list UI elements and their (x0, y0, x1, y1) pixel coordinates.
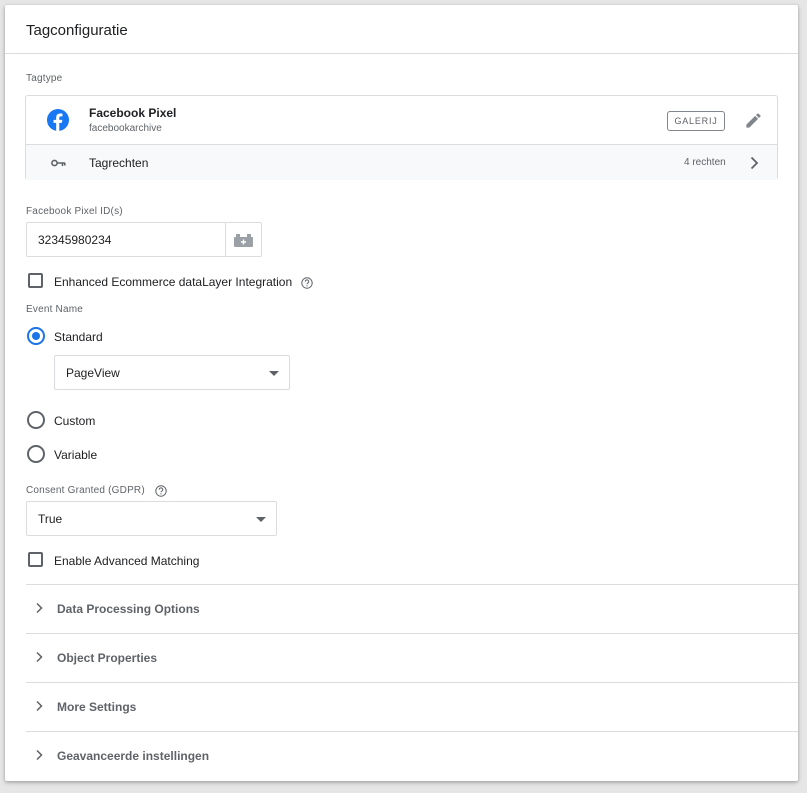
caret-down-icon (256, 517, 266, 522)
tag-configuration-card: Tagconfiguratie Tagtype Facebook Pixel f… (5, 5, 798, 781)
section-label: More Settings (57, 700, 137, 714)
title-divider (5, 53, 798, 54)
facebook-icon (47, 109, 69, 131)
section-more-settings[interactable]: More Settings (26, 682, 798, 731)
chevron-right-icon (750, 156, 759, 170)
tag-rights-label: Tagrechten (89, 156, 149, 170)
ecommerce-checkbox[interactable] (28, 273, 43, 288)
radio-variable-label: Variable (54, 448, 98, 462)
variable-brick-icon (234, 234, 253, 247)
gallery-button[interactable]: GALERIJ (667, 111, 725, 131)
pixel-id-label: Facebook Pixel ID(s) (26, 206, 123, 217)
section-label: Object Properties (57, 651, 158, 665)
section-object-properties[interactable]: Object Properties (26, 633, 798, 682)
standard-event-value: PageView (66, 366, 120, 380)
chevron-right-icon (36, 651, 43, 663)
radio-standard[interactable] (27, 327, 45, 345)
tag-name: Facebook Pixel (89, 106, 177, 120)
standard-event-select[interactable]: PageView (54, 355, 290, 390)
chevron-right-icon (36, 602, 43, 614)
consent-select[interactable]: True (26, 501, 277, 536)
ecommerce-label: Enhanced Ecommerce dataLayer Integration (54, 275, 293, 289)
section-data-processing-options[interactable]: Data Processing Options (26, 584, 798, 633)
help-icon[interactable] (301, 277, 313, 289)
radio-variable[interactable] (27, 445, 45, 463)
section-advanced-settings[interactable]: Geavanceerde instellingen (26, 731, 798, 780)
variable-picker-button[interactable] (225, 222, 262, 257)
consent-label: Consent Granted (GDPR) (26, 485, 145, 496)
caret-down-icon (269, 371, 279, 376)
radio-standard-label: Standard (54, 330, 103, 344)
pencil-icon[interactable] (744, 111, 763, 130)
key-icon (51, 159, 66, 167)
section-label: Data Processing Options (57, 602, 200, 616)
tag-rights-count: 4 rechten (684, 157, 726, 168)
advanced-matching-checkbox[interactable] (28, 552, 43, 567)
tagtype-label: Tagtype (26, 73, 63, 84)
tag-rights-row[interactable]: Tagrechten 4 rechten (26, 144, 777, 180)
advanced-matching-label: Enable Advanced Matching (54, 554, 200, 568)
consent-value: True (38, 512, 63, 526)
section-label: Geavanceerde instellingen (57, 749, 210, 763)
tagtype-row[interactable]: Facebook Pixel facebookarchive GALERIJ (26, 96, 777, 144)
radio-custom[interactable] (27, 411, 45, 429)
event-name-label: Event Name (26, 304, 84, 315)
pixel-id-input[interactable] (26, 222, 226, 257)
chevron-right-icon (36, 749, 43, 761)
consent-help-icon[interactable] (155, 485, 167, 497)
radio-custom-label: Custom (54, 414, 96, 428)
card-title: Tagconfiguratie (26, 22, 128, 39)
chevron-right-icon (36, 700, 43, 712)
tag-subtitle: facebookarchive (89, 123, 162, 134)
tagtype-box: Facebook Pixel facebookarchive GALERIJ T… (25, 95, 778, 180)
